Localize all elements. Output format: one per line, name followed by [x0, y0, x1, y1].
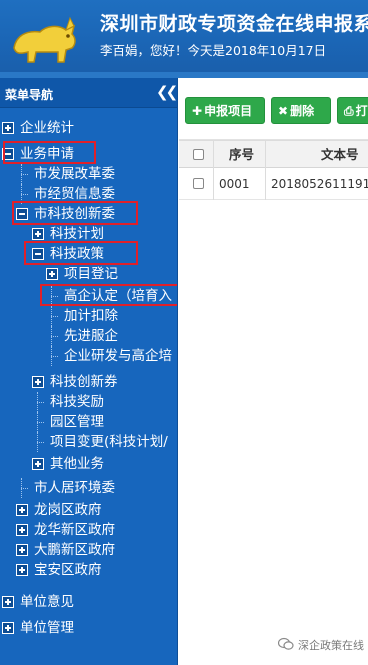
expand-plus-icon[interactable] [32, 228, 44, 240]
sidebar-item-science-award[interactable]: 科技奖励 [32, 392, 104, 412]
sidebar-item-rnd-cultivation[interactable]: 企业研发与高企培 [46, 346, 172, 366]
expand-plus-icon[interactable] [2, 122, 14, 134]
expand-plus-icon[interactable] [16, 524, 28, 536]
sidebar-item-label: 宝安区政府 [34, 562, 102, 578]
print-label: 打 [355, 104, 368, 118]
expand-plus-icon[interactable] [32, 376, 44, 388]
sidebar-item-longhua[interactable]: 龙华新区政府 [16, 520, 115, 540]
sidebar-item-label: 园区管理 [50, 414, 104, 430]
table-header: 序号 文本号 [179, 140, 368, 168]
expand-plus-icon[interactable] [2, 622, 14, 634]
sidebar-item-label: 单位管理 [20, 620, 74, 636]
sidebar-item-park-management[interactable]: 园区管理 [32, 412, 104, 432]
row-checkbox[interactable] [193, 178, 204, 189]
sidebar-item-dapeng[interactable]: 大鹏新区政府 [16, 540, 115, 560]
column-divider [213, 140, 214, 200]
tree-connector [32, 392, 44, 412]
sidebar-item-project-registration[interactable]: 项目登记 [46, 264, 118, 284]
column-header-index: 序号 [229, 147, 255, 162]
tree-connector [46, 306, 58, 326]
tree-connector [32, 432, 44, 452]
app-header: 深圳市财政专项资金在线申报系统 李百娟，您好！今天是2018年10月17日 [0, 0, 368, 72]
highlight-box [12, 201, 138, 225]
expand-plus-icon[interactable] [46, 268, 58, 280]
sidebar-item-label: 大鹏新区政府 [34, 542, 115, 558]
tree-connector [46, 346, 58, 366]
sidebar-item-unit-opinion[interactable]: 单位意见 [2, 592, 74, 612]
tree-connector [32, 412, 44, 432]
sidebar-item-label: 市发展改革委 [34, 166, 115, 182]
sidebar-item-development-reform[interactable]: 市发展改革委 [16, 164, 115, 184]
watermark: 深企政策在线 [278, 636, 368, 654]
sidebar-item-unit-management[interactable]: 单位管理 [2, 618, 74, 638]
sidebar-item-label: 加计扣除 [64, 308, 118, 324]
sidebar-item-innovation-voucher[interactable]: 科技创新券 [32, 372, 118, 392]
sidebar-item-project-change[interactable]: 项目变更(科技计划/ [32, 432, 168, 452]
cell-doc-no: 201805261119195 [271, 177, 368, 191]
sidebar-item-other-business[interactable]: 其他业务 [32, 454, 104, 474]
column-header-doc-no: 文本号 [321, 147, 359, 162]
column-divider [265, 140, 266, 200]
sidebar-item-label: 企业研发与高企培 [64, 348, 172, 364]
sidebar-item-living-environment[interactable]: 市人居环境委 [16, 478, 115, 498]
app-title: 深圳市财政专项资金在线申报系统 [100, 13, 368, 35]
tree-connector [16, 164, 28, 184]
expand-plus-icon[interactable] [2, 596, 14, 608]
sidebar-header: 菜单导航 ❮❮ [0, 78, 177, 108]
expand-plus-icon[interactable] [16, 504, 28, 516]
sidebar-item-label: 项目登记 [64, 266, 118, 282]
table-row[interactable]: 0001 201805261119195 [179, 168, 368, 200]
project-table: 序号 文本号 0001 201805261119195 [179, 140, 368, 260]
wechat-icon [278, 637, 294, 650]
sidebar-item-label: 单位意见 [20, 594, 74, 610]
delete-label: 删除 [290, 104, 315, 118]
sidebar-item-label: 其他业务 [50, 456, 104, 472]
watermark-text: 深企政策在线 [298, 639, 364, 652]
sidebar-menu: 菜单导航 ❮❮ 企业统计 业务申请 市发展改革委 市经贸信息委 市科技创新委 科… [0, 78, 178, 665]
sidebar-item-label: 市人居环境委 [34, 480, 115, 496]
user-greeting: 李百娟，您好！今天是2018年10月17日 [100, 43, 327, 58]
x-icon: ✖ [278, 104, 289, 118]
sidebar-item-longgang[interactable]: 龙岗区政府 [16, 500, 102, 520]
add-project-label: 申报项目 [204, 104, 253, 118]
double-chevron-left-icon[interactable]: ❮❮ [156, 83, 177, 101]
highlight-box [3, 141, 96, 164]
tree-connector [16, 478, 28, 498]
delete-button[interactable]: ✖ 删除 [271, 97, 331, 124]
sidebar-title: 菜单导航 [5, 88, 54, 102]
cell-index: 0001 [219, 177, 250, 191]
printer-icon: ⎙ [344, 104, 354, 118]
add-project-button[interactable]: ✚ 申报项目 [185, 97, 265, 124]
sidebar-item-enterprise-stats[interactable]: 企业统计 [2, 118, 74, 138]
main-panel: ✚申报项目 ✖删除 ⎙打 序号 文本号 0001 201805261119195 [179, 78, 368, 665]
plus-icon: ✚ [192, 104, 203, 118]
tree-connector [46, 326, 58, 346]
sidebar-item-extra-deduction[interactable]: 加计扣除 [46, 306, 118, 326]
expand-plus-icon[interactable] [32, 458, 44, 470]
expand-plus-icon[interactable] [16, 544, 28, 556]
sidebar-item-label: 先进服企 [64, 328, 118, 344]
print-button[interactable]: ⎙ 打 [337, 97, 368, 124]
bull-logo-icon [13, 16, 76, 63]
sidebar-item-baoan[interactable]: 宝安区政府 [16, 560, 102, 580]
sidebar-item-advanced-service[interactable]: 先进服企 [46, 326, 118, 346]
expand-plus-icon[interactable] [16, 564, 28, 576]
sidebar-item-label: 龙华新区政府 [34, 522, 115, 538]
sidebar-item-label: 项目变更(科技计划/ [50, 434, 168, 450]
sidebar-item-label: 科技奖励 [50, 394, 104, 410]
sidebar-item-label: 龙岗区政府 [34, 502, 102, 518]
highlight-box [40, 284, 177, 306]
highlight-box [24, 241, 138, 265]
sidebar-item-label: 企业统计 [20, 120, 74, 136]
select-all-checkbox[interactable] [193, 149, 204, 160]
toolbar: ✚ 申报项目 ✖ 删除 ⎙ 打 [179, 78, 368, 140]
sidebar-item-label: 科技创新券 [50, 374, 118, 390]
